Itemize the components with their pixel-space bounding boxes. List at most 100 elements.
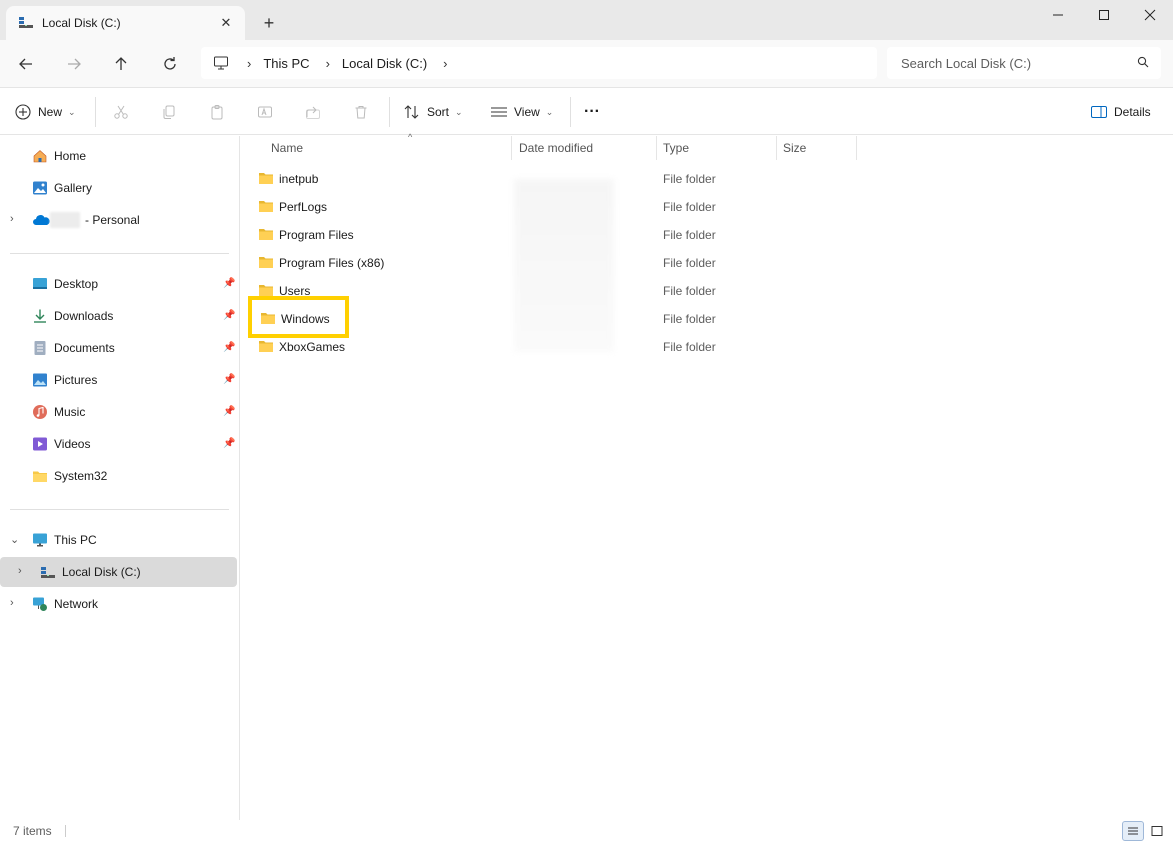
toolbar-divider xyxy=(570,97,571,127)
sidebar-item-videos[interactable]: Videos 📌 xyxy=(0,429,237,459)
chevron-right-icon[interactable]: › xyxy=(10,597,14,609)
table-row[interactable]: PerfLogs File folder xyxy=(251,193,1151,219)
chevron-right-icon[interactable]: › xyxy=(10,213,14,225)
rename-button[interactable] xyxy=(251,98,279,126)
address-bar[interactable]: › This PC › Local Disk (C:) › xyxy=(201,47,877,79)
sidebar-item-gallery[interactable]: Gallery xyxy=(0,173,237,203)
downloads-icon xyxy=(32,308,48,324)
sidebar-item-label: Videos xyxy=(54,437,91,451)
search-box[interactable] xyxy=(887,47,1161,79)
sidebar-item-desktop[interactable]: Desktop 📌 xyxy=(0,269,237,299)
paste-button[interactable] xyxy=(203,98,231,126)
pin-icon[interactable]: 📌 xyxy=(223,438,235,449)
view-button[interactable]: View ⌄ xyxy=(490,98,553,126)
more-options-button[interactable]: ··· xyxy=(584,98,600,126)
table-row[interactable]: inetpub File folder xyxy=(251,165,1151,191)
chevron-right-icon[interactable]: › xyxy=(443,56,447,71)
new-tab-button[interactable]: + xyxy=(258,12,280,34)
sidebar-item-onedrive[interactable]: › - Personal xyxy=(0,205,237,235)
pin-icon[interactable]: 📌 xyxy=(223,310,235,321)
new-label: New xyxy=(38,105,63,119)
sidebar-item-label: Downloads xyxy=(54,309,114,323)
delete-button[interactable] xyxy=(347,98,375,126)
home-icon xyxy=(32,148,48,164)
search-input[interactable] xyxy=(901,55,1121,71)
pin-icon[interactable]: 📌 xyxy=(223,374,235,385)
file-name: Program Files (x86) xyxy=(279,256,385,270)
share-button[interactable] xyxy=(299,98,327,126)
sidebar-item-label: This PC xyxy=(54,533,97,547)
trash-icon xyxy=(347,98,375,126)
breadcrumb-this-pc[interactable]: This PC xyxy=(263,56,309,71)
redacted-name xyxy=(50,212,80,228)
toolbar-divider xyxy=(389,97,390,127)
pin-icon[interactable]: 📌 xyxy=(223,342,235,353)
tab-local-disk[interactable]: Local Disk (C:) ✕ xyxy=(6,6,245,40)
sidebar-item-label: Network xyxy=(54,597,99,611)
column-header-type[interactable]: Type xyxy=(657,136,777,160)
minimize-icon[interactable] xyxy=(1035,0,1081,30)
chevron-right-icon[interactable]: › xyxy=(247,56,251,71)
sidebar-item-pictures[interactable]: Pictures 📌 xyxy=(0,365,237,395)
table-row[interactable]: Users File folder xyxy=(251,277,1151,303)
up-icon[interactable] xyxy=(107,50,135,78)
column-header-label: Size xyxy=(783,141,807,155)
column-header-size[interactable]: Size xyxy=(777,136,857,160)
sidebar-item-label: System32 xyxy=(54,469,108,483)
address-row: › This PC › Local Disk (C:) › xyxy=(0,40,1173,88)
sidebar-item-this-pc[interactable]: ⌄ This PC xyxy=(0,525,237,555)
sidebar-item-label: Local Disk (C:) xyxy=(62,565,141,579)
folder-icon xyxy=(258,254,274,273)
sidebar-item-label: Gallery xyxy=(54,181,93,195)
chevron-right-icon[interactable]: › xyxy=(326,56,330,71)
file-name: PerfLogs xyxy=(279,200,328,214)
sidebar-item-music[interactable]: Music 📌 xyxy=(0,397,237,427)
cut-button[interactable] xyxy=(107,98,135,126)
sidebar-item-local-disk[interactable]: › Local Disk (C:) xyxy=(0,557,237,587)
sidebar-item-home[interactable]: Home xyxy=(0,141,237,171)
column-header-name[interactable]: Name ^ xyxy=(265,132,512,160)
folder-icon xyxy=(32,468,48,484)
status-bar: 7 items xyxy=(0,820,1173,841)
table-row[interactable]: XboxGames File folder xyxy=(251,333,1151,359)
table-row[interactable]: Windows File folder xyxy=(251,305,1151,331)
chevron-right-icon[interactable]: › xyxy=(18,565,22,577)
tiles-view-icon[interactable] xyxy=(1146,821,1168,841)
new-button[interactable]: New ⌄ xyxy=(14,98,76,126)
file-name: XboxGames xyxy=(279,340,346,354)
chevron-down-icon[interactable]: ⌄ xyxy=(10,533,19,546)
sort-ascending-icon: ^ xyxy=(408,132,413,142)
status-divider xyxy=(65,825,66,837)
column-header-label: Date modified xyxy=(519,141,594,155)
file-type: File folder xyxy=(663,340,716,354)
onedrive-icon xyxy=(32,212,50,228)
search-icon[interactable] xyxy=(1137,56,1149,71)
details-button[interactable]: Details xyxy=(1090,98,1151,126)
close-window-icon[interactable] xyxy=(1127,0,1173,30)
details-view-icon[interactable] xyxy=(1122,821,1144,841)
plus-circle-icon xyxy=(14,103,32,121)
this-pc-icon xyxy=(32,532,48,548)
sidebar-divider xyxy=(10,253,229,254)
column-header-date-modified[interactable]: Date modified xyxy=(513,136,657,160)
folder-icon xyxy=(258,338,274,357)
refresh-icon[interactable] xyxy=(156,50,184,78)
close-tab-icon[interactable]: ✕ xyxy=(217,14,235,32)
table-row[interactable]: Program Files File folder xyxy=(251,221,1151,247)
sidebar-item-downloads[interactable]: Downloads 📌 xyxy=(0,301,237,331)
file-name: Program Files xyxy=(279,228,354,242)
drive-icon xyxy=(40,564,56,580)
sidebar-item-documents[interactable]: Documents 📌 xyxy=(0,333,237,363)
breadcrumb-local-disk[interactable]: Local Disk (C:) xyxy=(342,56,427,71)
table-row[interactable]: Program Files (x86) File folder xyxy=(251,249,1151,275)
copy-button[interactable] xyxy=(155,98,183,126)
pin-icon[interactable]: 📌 xyxy=(223,406,235,417)
maximize-icon[interactable] xyxy=(1081,0,1127,30)
sort-button[interactable]: Sort ⌄ xyxy=(403,98,463,126)
desktop-icon xyxy=(32,276,48,292)
forward-icon[interactable] xyxy=(60,50,88,78)
sidebar-item-system32[interactable]: System32 xyxy=(0,461,237,491)
pin-icon[interactable]: 📌 xyxy=(223,278,235,289)
back-icon[interactable] xyxy=(12,50,40,78)
sidebar-item-network[interactable]: › Network xyxy=(0,589,237,619)
